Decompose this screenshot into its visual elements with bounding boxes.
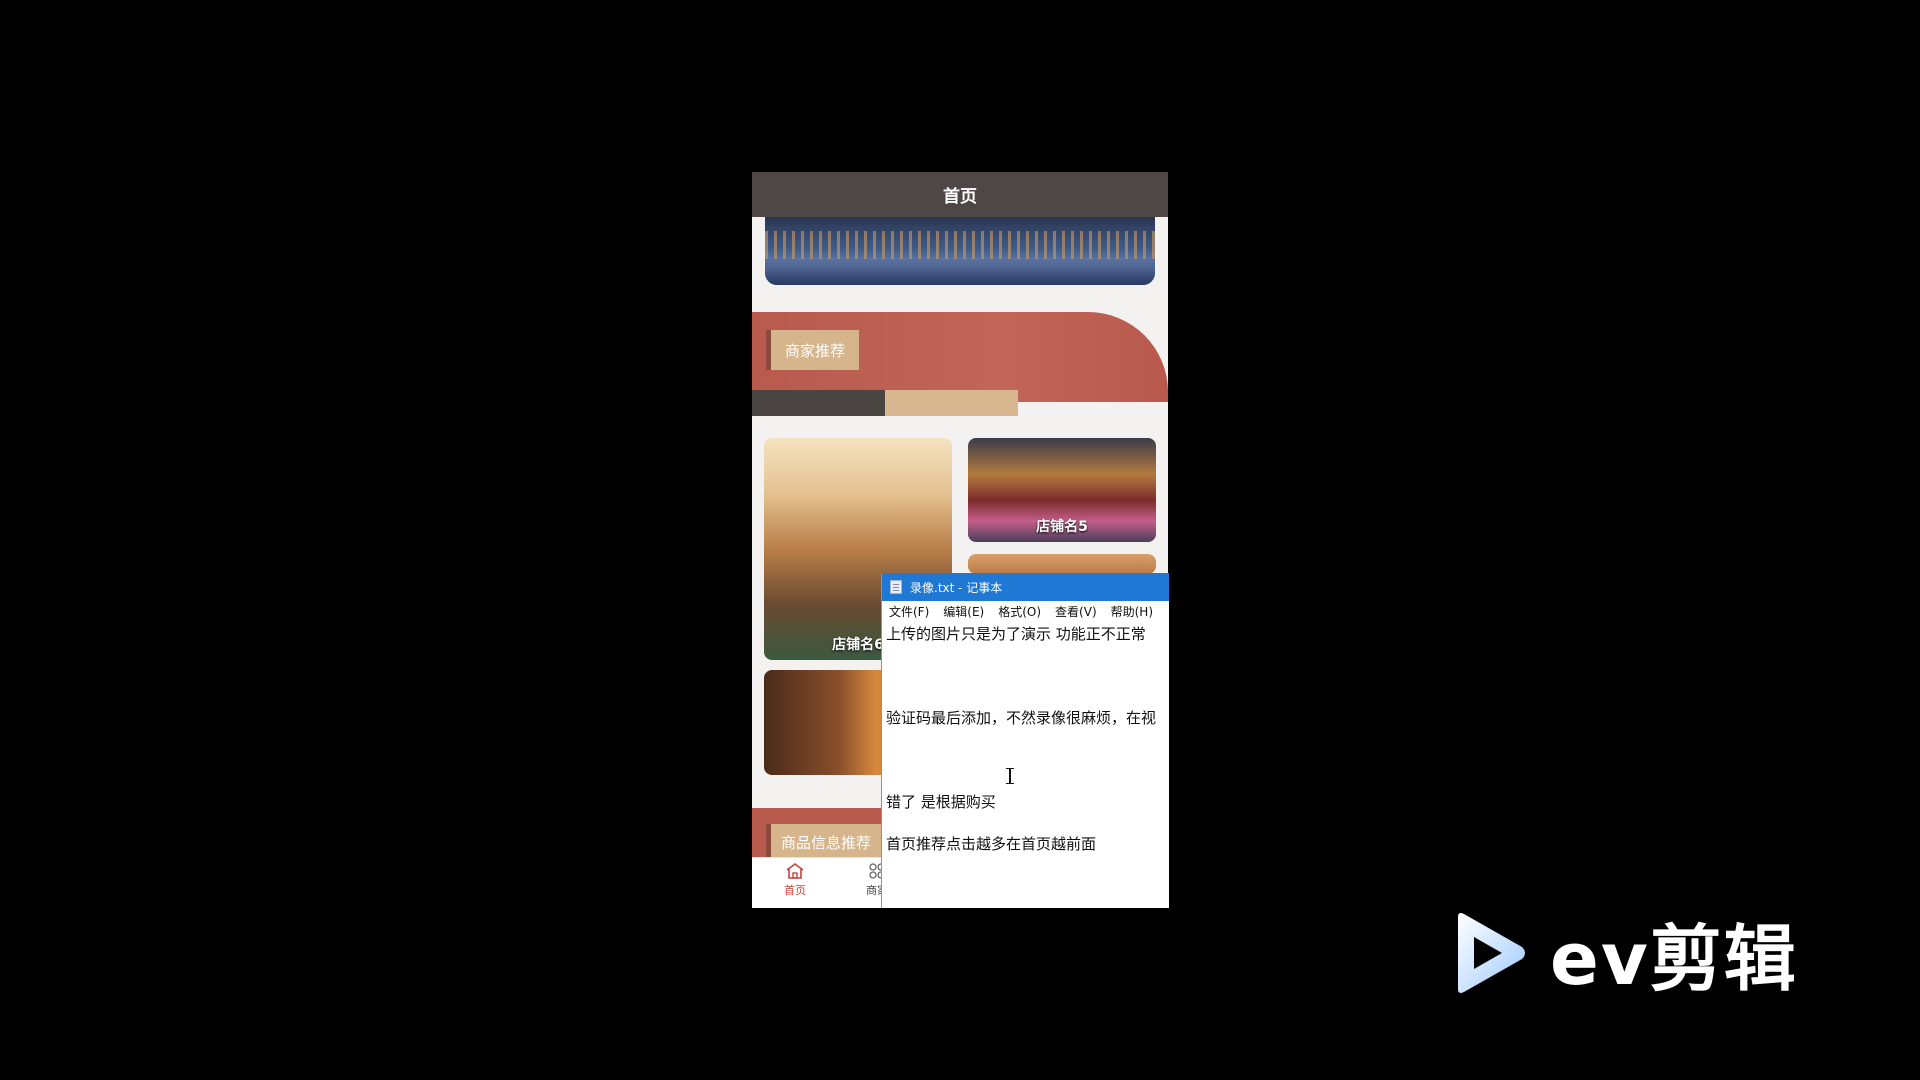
banner-image[interactable] [765,217,1155,285]
play-logo-icon [1458,912,1525,993]
ev-watermark: ev剪辑 [1450,900,1798,1005]
text-cursor-icon [1006,768,1014,784]
notepad-line-2: 验证码最后添加，不然录像很麻烦，在视 [886,709,1157,727]
menu-format[interactable]: 格式(O) [998,603,1041,620]
page-title: 首页 [943,187,977,207]
merchant-section-label: 商家推荐 [784,341,845,360]
tab-home-label: 首页 [784,884,806,897]
store-card-5[interactable]: 店铺名5 [968,438,1156,542]
banner-lights [765,231,1155,259]
product-section-label: 商品信息推荐 [781,833,872,852]
page-header: 首页 [752,172,1168,217]
notepad-title: 录像.txt - 记事本 [910,580,1003,595]
notepad-icon [890,580,902,594]
tab-home[interactable]: 首页 [760,862,830,898]
band-dark-strip [752,390,885,416]
home-icon [786,863,804,879]
menu-view[interactable]: 查看(V) [1055,603,1097,620]
band-tan-strip [885,390,1018,416]
watermark-brand: ev剪辑 [1550,917,1798,1001]
banner-water [765,259,1155,285]
notepad-menubar: 文件(F) 编辑(E) 格式(O) 查看(V) 帮助(H) [882,601,1169,621]
menu-edit[interactable]: 编辑(E) [943,603,984,620]
notepad-line-1: 上传的图片只是为了演示 功能正不正常 [886,625,1146,643]
merchant-section-title: 商家推荐 [766,330,859,370]
store-name: 店铺名5 [1036,519,1088,535]
notepad-titlebar[interactable]: 录像.txt - 记事本 [882,573,1169,601]
product-section-title: 商品信息推荐 [766,824,886,860]
menu-help[interactable]: 帮助(H) [1111,603,1153,620]
notepad-line-4: 首页推荐点击越多在首页越前面 [886,835,1097,853]
menu-file[interactable]: 文件(F) [889,603,929,620]
store-card-partial[interactable] [968,554,1156,574]
notepad-window[interactable]: 录像.txt - 记事本 文件(F) 编辑(E) 格式(O) 查看(V) 帮助(… [881,573,1169,908]
notepad-line-3: 错了 是根据购买 [886,793,996,811]
